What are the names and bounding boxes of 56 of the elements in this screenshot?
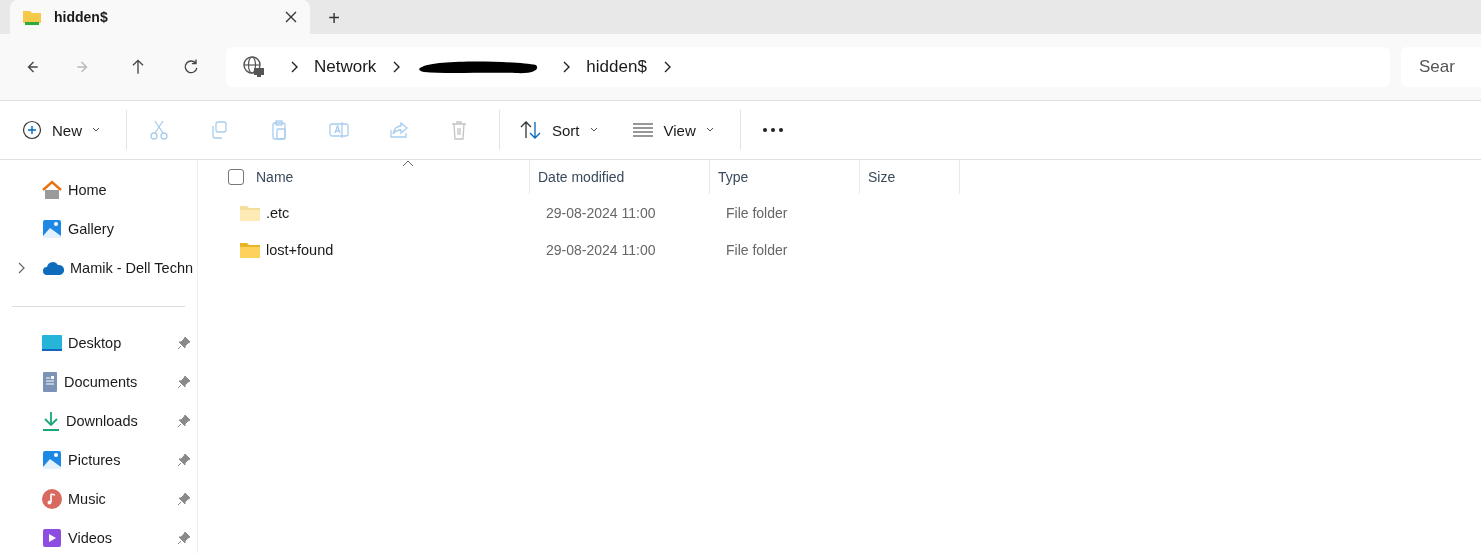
sidebar-item[interactable]: Music (0, 479, 197, 518)
date-modified-cell-text: 29-08-2024 11:00 (545, 204, 657, 221)
sidebar-item[interactable]: Documents (0, 362, 197, 401)
caret-icon (589, 127, 598, 133)
gallery-icon (42, 218, 62, 239)
plus-circle-icon (22, 120, 42, 140)
file-row[interactable]: .etc 29-08-2024 11:00 File folder (228, 194, 1481, 231)
sidebar-item[interactable]: Pictures (0, 440, 197, 479)
column-header[interactable]: Type (710, 160, 860, 194)
rename-icon (328, 119, 350, 141)
chevron-icon (662, 60, 673, 74)
type-cell-text: File folder (725, 204, 789, 221)
more-icon (761, 127, 784, 133)
expand-chevron-icon[interactable] (18, 261, 26, 274)
view-button[interactable]: View (623, 110, 722, 150)
new-tab-button[interactable]: + (316, 2, 352, 34)
tab[interactable]: hidden$ (10, 0, 310, 34)
sidebar-item[interactable]: Mamik - Dell Techn (0, 248, 197, 287)
sort-arrows-icon (520, 120, 542, 140)
scissors-icon (148, 119, 170, 141)
file-row[interactable]: lost+found 29-08-2024 11:00 File folder (228, 231, 1481, 268)
home-icon (42, 179, 62, 200)
network-globe-icon (242, 55, 266, 79)
close-icon[interactable] (284, 10, 298, 24)
sort-button[interactable]: Sort (512, 110, 606, 150)
column-header[interactable]: Date modified (530, 160, 710, 194)
share-icon (388, 119, 410, 141)
video-icon (42, 527, 62, 548)
chevron-icon (290, 60, 300, 74)
cloud-icon (42, 259, 64, 276)
folder-icon (22, 8, 42, 26)
column-header[interactable]: Name (256, 160, 530, 194)
select-all-checkbox[interactable] (228, 169, 244, 185)
type-cell-text: File folder (725, 241, 789, 258)
sidebar-item[interactable]: Downloads (0, 401, 197, 440)
breadcrumb[interactable]: hidden$ (586, 57, 647, 77)
caret-icon (705, 127, 714, 133)
search-field[interactable]: Sear (1401, 47, 1481, 87)
address-bar[interactable]: Network hidden$ (226, 47, 1390, 87)
download-icon (42, 410, 60, 431)
pictures-icon (42, 449, 62, 470)
file-name: lost+found (266, 241, 334, 258)
date-modified-cell-text: 29-08-2024 11:00 (545, 241, 657, 258)
sidebar-item[interactable]: Desktop (0, 323, 197, 362)
desktop-icon (42, 333, 62, 352)
sidebar-item[interactable]: Videos (0, 518, 197, 553)
sidebar-item[interactable]: Home (0, 170, 197, 209)
document-icon (42, 371, 58, 392)
caret-icon (92, 127, 100, 133)
new-button[interactable]: New (14, 110, 108, 150)
column-header[interactable]: Size (860, 160, 960, 194)
breadcrumb[interactable]: Network (314, 57, 377, 77)
list-lines-icon (631, 122, 654, 138)
music-icon (42, 488, 62, 509)
file-name: .etc (266, 204, 290, 221)
sidebar-item[interactable]: Gallery (0, 209, 197, 248)
